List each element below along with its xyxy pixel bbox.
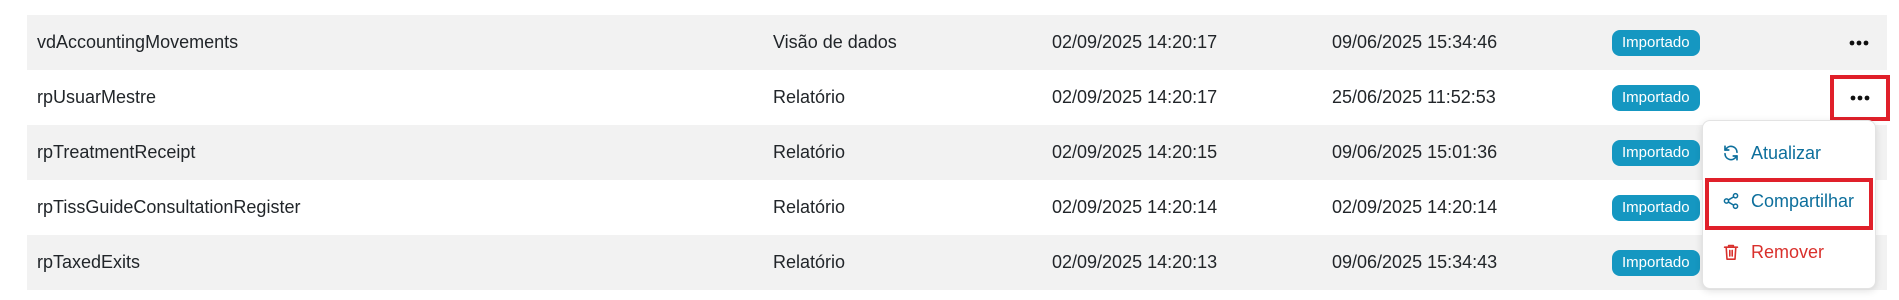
row-updated-date: 09/06/2025 15:34:46 xyxy=(1332,32,1498,52)
table-row[interactable]: rpTreatmentReceipt Relatório 02/09/2025 … xyxy=(27,125,1887,180)
row-status: Importado xyxy=(1612,180,1700,235)
row-type: Relatório xyxy=(773,252,846,272)
row-actions-menu: Atualizar Compartilhar Remover xyxy=(1702,120,1876,289)
row-created-date: 02/09/2025 14:20:15 xyxy=(1052,142,1218,162)
table-row[interactable]: rpTaxedExits Relatório 02/09/2025 14:20:… xyxy=(27,235,1887,290)
row-created-date: 02/09/2025 14:20:17 xyxy=(1052,32,1218,52)
status-badge: Importado xyxy=(1612,85,1700,112)
status-badge: Importado xyxy=(1612,250,1700,277)
menu-item-label: Compartilhar xyxy=(1751,190,1855,211)
row-updated-date: 02/09/2025 14:20:14 xyxy=(1332,197,1498,217)
more-horizontal-icon xyxy=(1850,95,1870,101)
share-icon xyxy=(1721,192,1741,210)
row-updated-date: 25/06/2025 11:52:53 xyxy=(1332,87,1496,107)
more-horizontal-icon xyxy=(1849,40,1869,46)
row-name: rpTissGuideConsultationRegister xyxy=(37,197,301,217)
row-actions-button[interactable] xyxy=(1841,25,1877,61)
table-row[interactable]: rpTissGuideConsultationRegister Relatóri… xyxy=(27,180,1887,235)
menu-item-label: Remover xyxy=(1751,241,1825,262)
row-name: vdAccountingMovements xyxy=(37,32,239,52)
row-status: Importado xyxy=(1612,235,1700,290)
row-created-date: 02/09/2025 14:20:17 xyxy=(1052,87,1218,107)
row-status: Importado xyxy=(1612,15,1700,70)
table-row[interactable]: rpUsuarMestre Relatório 02/09/2025 14:20… xyxy=(27,70,1890,125)
status-badge: Importado xyxy=(1612,30,1700,57)
row-created-date: 02/09/2025 14:20:14 xyxy=(1052,197,1218,217)
row-updated-date: 09/06/2025 15:34:43 xyxy=(1332,252,1498,272)
row-created-date: 02/09/2025 14:20:13 xyxy=(1052,252,1218,272)
menu-item-remove[interactable]: Remover xyxy=(1703,228,1875,276)
row-status: Importado xyxy=(1612,125,1700,180)
menu-item-update[interactable]: Atualizar xyxy=(1703,129,1875,177)
status-badge: Importado xyxy=(1612,195,1700,222)
row-type: Relatório xyxy=(773,87,846,107)
refresh-icon xyxy=(1721,144,1741,162)
row-type: Relatório xyxy=(773,142,846,162)
row-name: rpTaxedExits xyxy=(37,252,141,272)
row-type: Relatório xyxy=(773,197,846,217)
row-status: Importado xyxy=(1612,70,1700,125)
documents-table: vdAccountingMovements Visão de dados 02/… xyxy=(27,15,1890,290)
row-updated-date: 09/06/2025 15:01:36 xyxy=(1332,142,1498,162)
row-name: rpUsuarMestre xyxy=(37,87,157,107)
status-badge: Importado xyxy=(1612,140,1700,167)
row-name: rpTreatmentReceipt xyxy=(37,142,196,162)
table-row[interactable]: vdAccountingMovements Visão de dados 02/… xyxy=(27,15,1887,70)
menu-item-share[interactable]: Compartilhar xyxy=(1703,177,1875,225)
row-type: Visão de dados xyxy=(773,32,897,52)
trash-icon xyxy=(1721,243,1741,261)
menu-item-label: Atualizar xyxy=(1751,142,1822,163)
row-actions-button[interactable] xyxy=(1830,75,1890,121)
